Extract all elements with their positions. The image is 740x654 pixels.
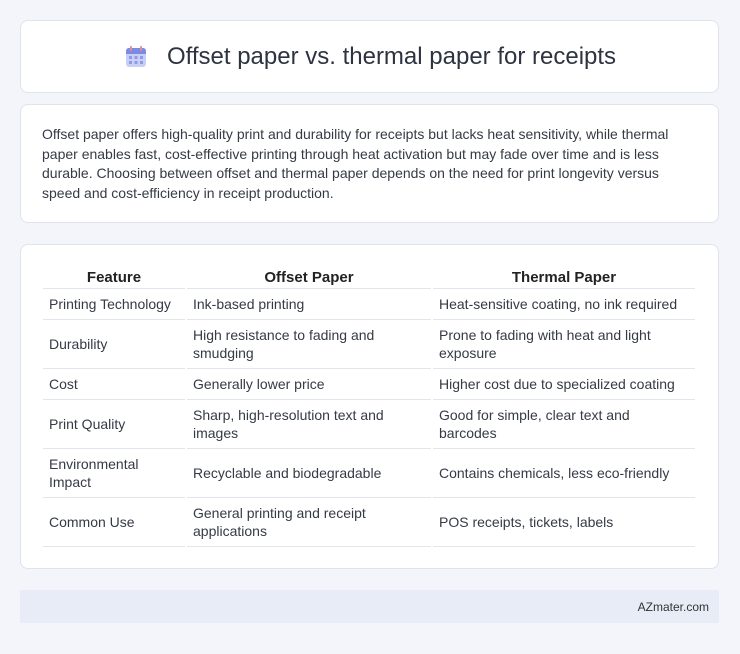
table-row: Common Use General printing and receipt … <box>43 498 695 547</box>
table-row: Environmental Impact Recyclable and biod… <box>43 449 695 498</box>
table-row: Print Quality Sharp, high-resolution tex… <box>43 400 695 449</box>
thermal-cell: POS receipts, tickets, labels <box>433 498 695 547</box>
table-row: Cost Generally lower price Higher cost d… <box>43 369 695 400</box>
table-header-row: Feature Offset Paper Thermal Paper <box>43 265 695 289</box>
header-thermal-paper: Thermal Paper <box>433 265 695 289</box>
feature-cell: Printing Technology <box>43 289 185 320</box>
header-offset-paper: Offset Paper <box>187 265 431 289</box>
comparison-table: Feature Offset Paper Thermal Paper Print… <box>41 265 697 547</box>
offset-cell: General printing and receipt application… <box>187 498 431 547</box>
offset-cell: High resistance to fading and smudging <box>187 320 431 369</box>
table-row: Durability High resistance to fading and… <box>43 320 695 369</box>
feature-cell: Cost <box>43 369 185 400</box>
calendar-icon <box>123 44 149 70</box>
summary-card: Offset paper offers high-quality print a… <box>20 104 719 223</box>
feature-cell: Environmental Impact <box>43 449 185 498</box>
offset-cell: Sharp, high-resolution text and images <box>187 400 431 449</box>
comparison-card: Feature Offset Paper Thermal Paper Print… <box>20 244 719 569</box>
feature-cell: Common Use <box>43 498 185 547</box>
thermal-cell: Prone to fading with heat and light expo… <box>433 320 695 369</box>
thermal-cell: Good for simple, clear text and barcodes <box>433 400 695 449</box>
footer-bar: AZmater.com <box>20 590 719 623</box>
header-feature: Feature <box>43 265 185 289</box>
feature-cell: Durability <box>43 320 185 369</box>
feature-cell: Print Quality <box>43 400 185 449</box>
offset-cell: Recyclable and biodegradable <box>187 449 431 498</box>
title-card: Offset paper vs. thermal paper for recei… <box>20 20 719 93</box>
offset-cell: Ink-based printing <box>187 289 431 320</box>
thermal-cell: Higher cost due to specialized coating <box>433 369 695 400</box>
thermal-cell: Contains chemicals, less eco-friendly <box>433 449 695 498</box>
summary-text: Offset paper offers high-quality print a… <box>42 126 669 201</box>
thermal-cell: Heat-sensitive coating, no ink required <box>433 289 695 320</box>
footer-brand[interactable]: AZmater.com <box>638 600 709 614</box>
page-title: Offset paper vs. thermal paper for recei… <box>166 42 617 70</box>
table-row: Printing Technology Ink-based printing H… <box>43 289 695 320</box>
offset-cell: Generally lower price <box>187 369 431 400</box>
